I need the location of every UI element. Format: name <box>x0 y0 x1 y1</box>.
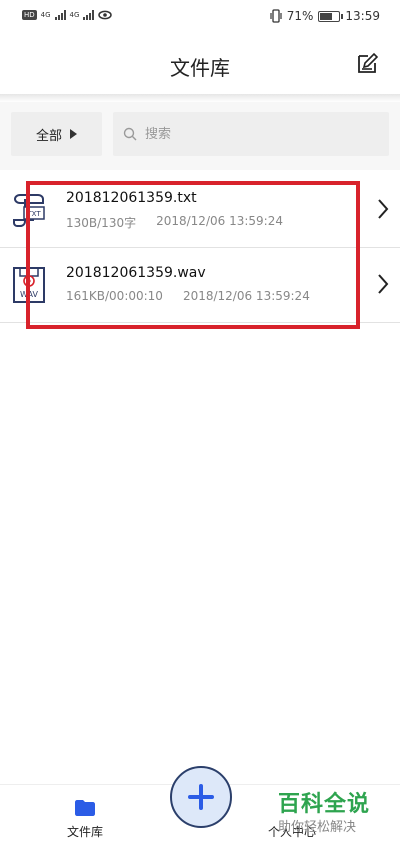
file-list: TXT 201812061359.txt 130B/130字 2018/12/0… <box>0 173 400 323</box>
tab-files[interactable]: 文件库 <box>55 799 115 840</box>
clock: 13:59 <box>345 9 380 23</box>
vibrate-icon <box>270 9 282 23</box>
edit-icon[interactable] <box>356 52 378 74</box>
signal-icon-2 <box>83 10 95 20</box>
file-size: 161KB/00:00:10 <box>66 289 163 303</box>
status-bar: HD 4G 4G 71% 13:59 <box>0 0 400 34</box>
hd-badge: HD <box>22 10 37 20</box>
file-meta: 130B/130字 2018/12/06 13:59:24 <box>66 214 283 231</box>
add-button[interactable] <box>170 766 232 828</box>
plus-icon <box>188 784 214 810</box>
battery-icon <box>318 10 344 22</box>
battery-fill <box>320 12 333 20</box>
tab-files-label: 文件库 <box>66 825 103 839</box>
watermark: 百科全说 助你轻松解决 <box>278 786 388 835</box>
chevron-right-icon[interactable] <box>376 272 390 296</box>
chevron-right-icon[interactable] <box>376 197 390 221</box>
search-box[interactable] <box>113 112 389 156</box>
folder-icon <box>75 800 95 816</box>
file-date: 2018/12/06 13:59:24 <box>156 214 283 228</box>
filter-all-label: 全部 <box>35 128 62 144</box>
filter-all-button[interactable]: 全部 <box>11 112 102 156</box>
file-date: 2018/12/06 13:59:24 <box>182 289 310 303</box>
appbar-shadow <box>0 94 400 102</box>
file-name: 201812061359.txt <box>66 190 197 206</box>
file-row-wav[interactable]: WAV 201812061359.wav 161KB/00:00:10 2018… <box>0 248 400 323</box>
app-bar: 文件库 <box>0 34 400 94</box>
triangle-right-icon <box>70 129 77 139</box>
wav-file-icon: WAV <box>13 267 45 303</box>
txt-file-icon: TXT <box>13 194 45 227</box>
file-meta: 161KB/00:00:10 2018/12/06 13:59:24 <box>66 289 310 303</box>
watermark-main: 百科全说 <box>278 792 371 817</box>
file-size: 130B/130字 <box>66 216 137 230</box>
status-left: HD 4G 4G <box>22 10 113 20</box>
watermark-sub: 助你轻松解决 <box>278 820 357 835</box>
file-name: 201812061359.wav <box>66 265 206 281</box>
wav-icon-label: WAV <box>20 290 38 299</box>
network-type-1: 4G <box>40 11 51 19</box>
search-icon <box>123 127 137 141</box>
signal-icon <box>54 10 66 20</box>
file-row-txt[interactable]: TXT 201812061359.txt 130B/130字 2018/12/0… <box>0 173 400 248</box>
battery-percent: 71% <box>286 9 314 23</box>
status-right: 71% 13:59 <box>270 9 380 23</box>
eye-icon <box>98 10 113 20</box>
search-input[interactable] <box>143 125 347 143</box>
page-title: 文件库 <box>170 56 230 80</box>
filter-bar: 全部 <box>0 102 400 170</box>
txt-icon-label: TXT <box>26 210 41 218</box>
network-type-2: 4G <box>69 11 80 19</box>
